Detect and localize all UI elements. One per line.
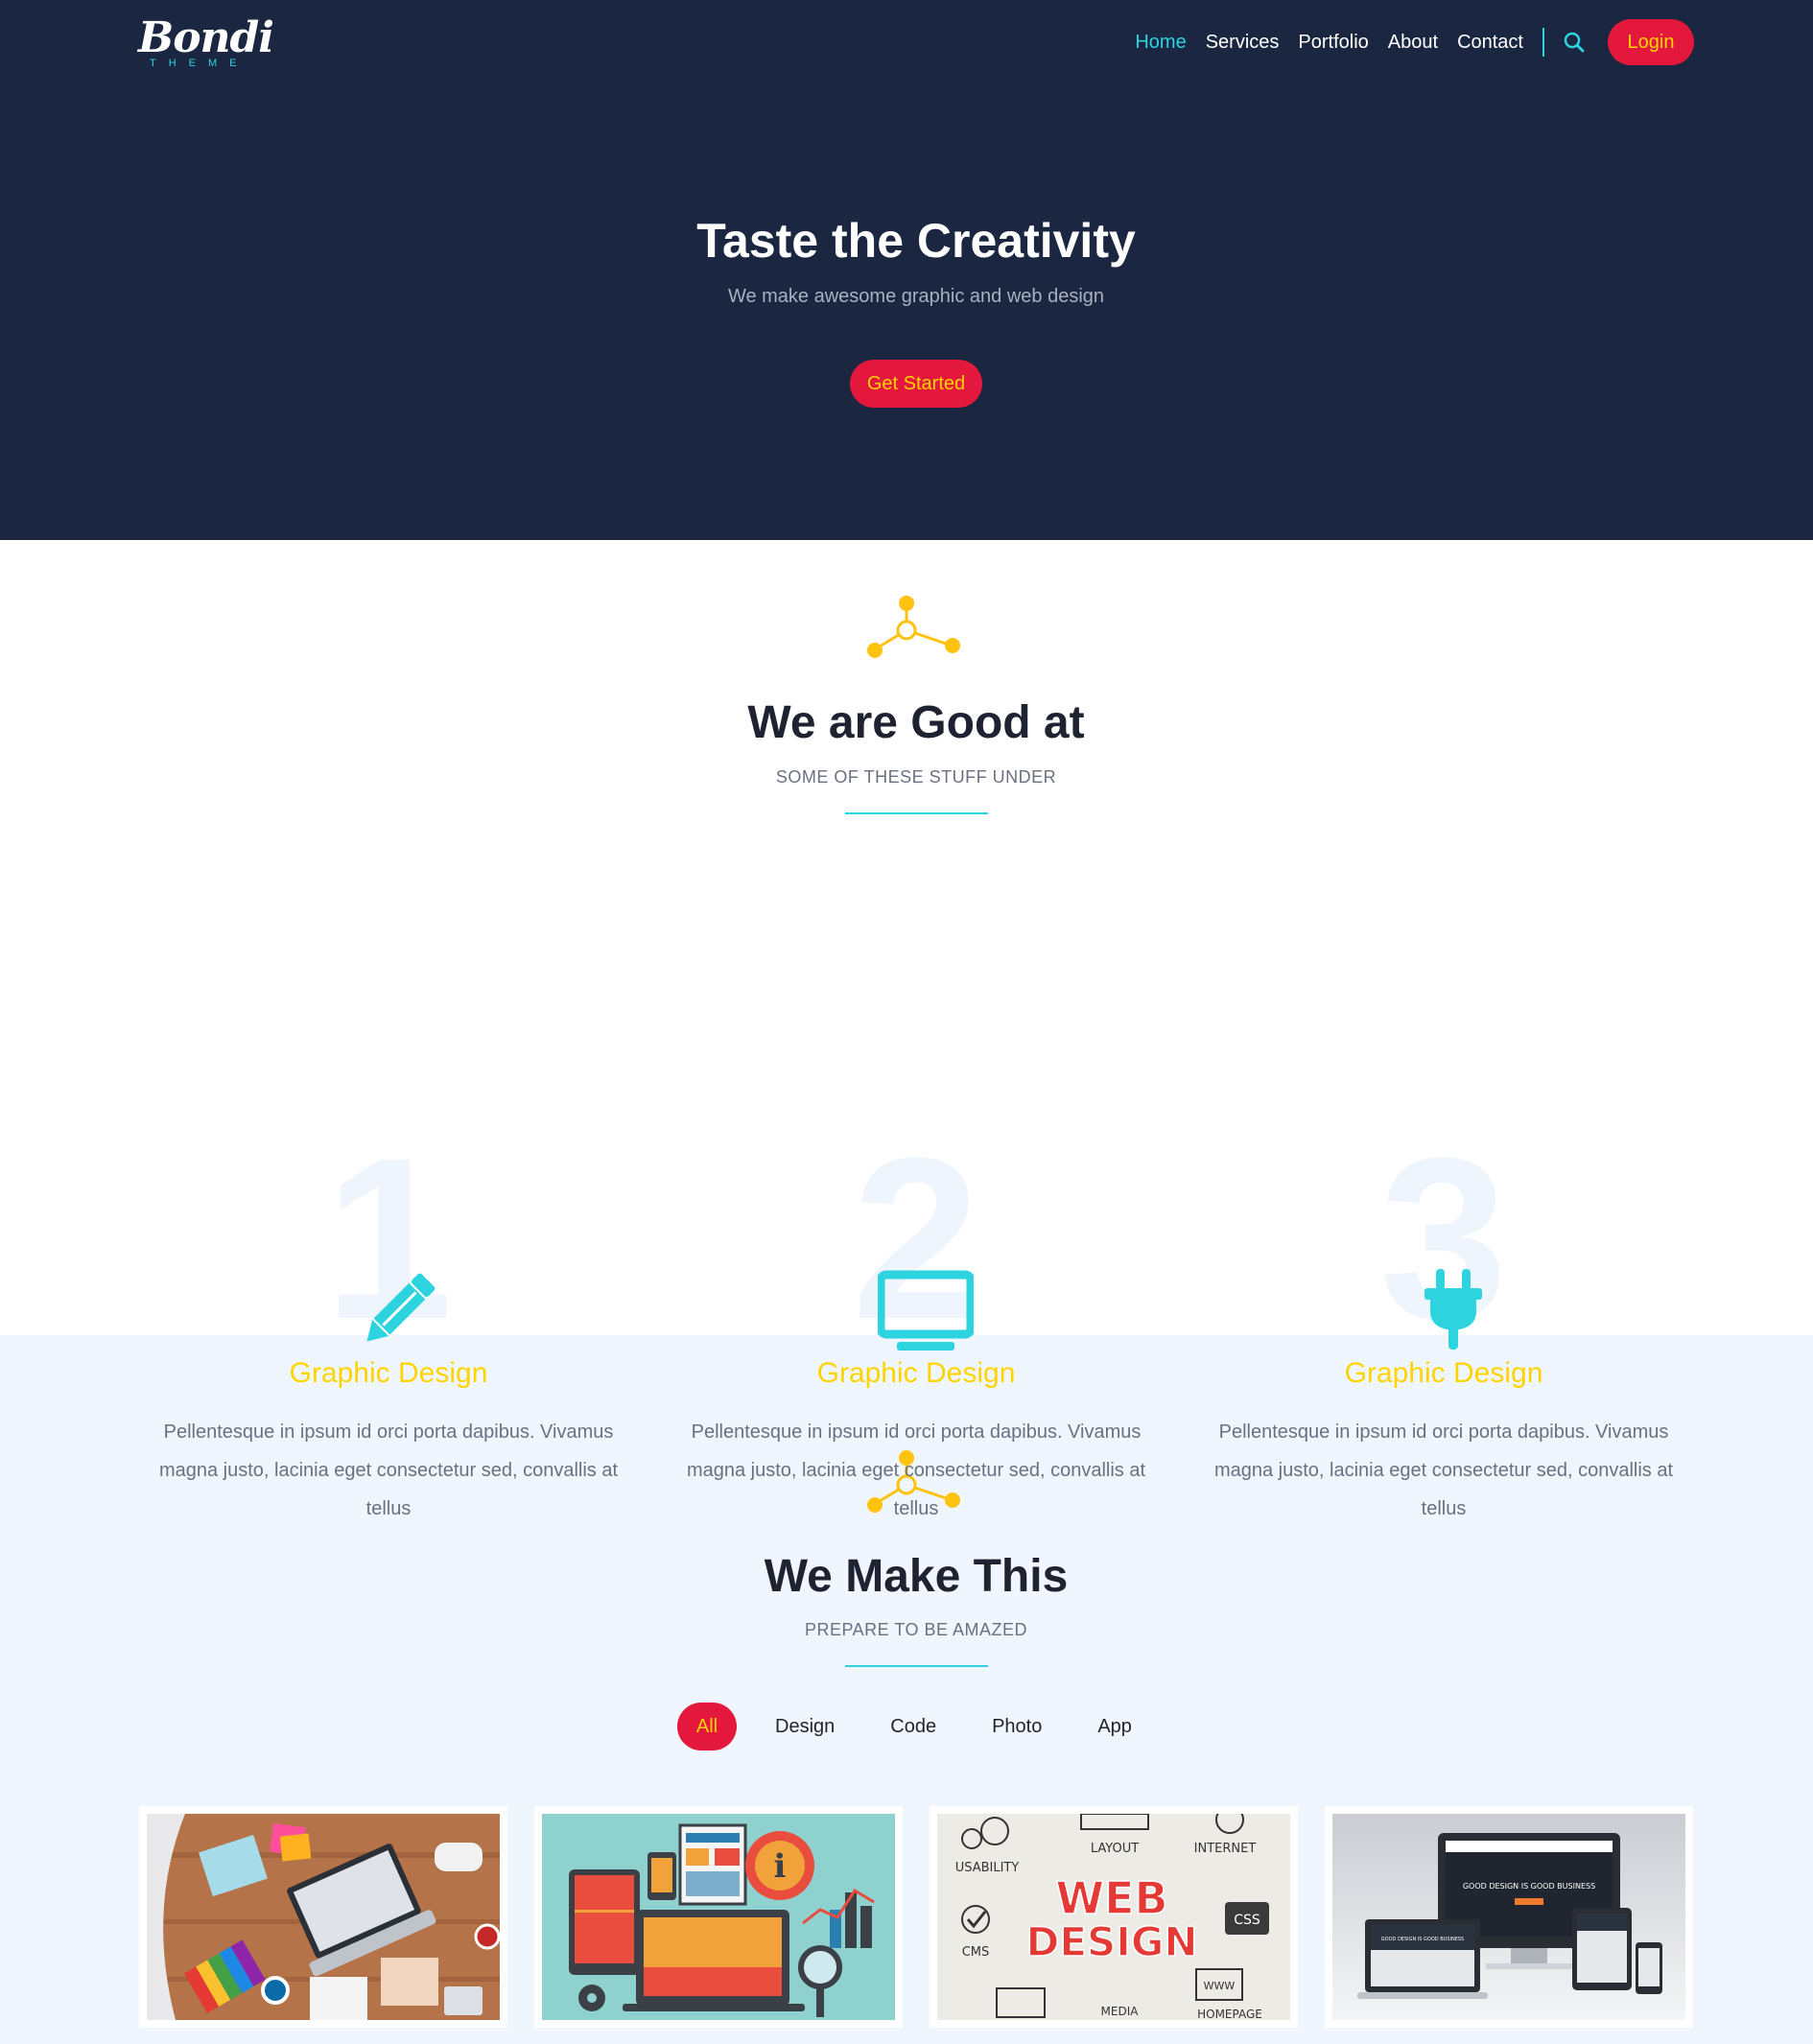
hero-title: Taste the Creativity [696, 214, 1136, 268]
nav-item-home[interactable]: Home [1135, 32, 1186, 54]
plug-icon [1424, 1269, 1482, 1350]
filter-photo[interactable]: Photo [992, 1716, 1042, 1738]
monitor-headline: GOOD DESIGN IS GOOD BUSINESS [1463, 1882, 1595, 1891]
cms-label: CMS [962, 1945, 990, 1960]
pencil-icon [366, 1273, 436, 1342]
get-started-button[interactable]: Get Started [850, 360, 982, 408]
service-title: Graphic Design [1344, 1357, 1543, 1389]
svg-text:i: i [774, 1847, 787, 1886]
responsive-devices-image: GOOD DESIGN IS GOOD BUSINESS GOOD DESIGN… [1332, 1814, 1685, 2020]
services-subtitle: SOME OF THESE STUFF UNDER [775, 767, 1057, 787]
portfolio-item[interactable] [139, 1806, 507, 2028]
section-divider [845, 1665, 988, 1667]
media-label: MEDIA [1101, 2005, 1140, 2018]
search-icon[interactable] [1562, 30, 1587, 55]
login-button[interactable]: Login [1608, 19, 1694, 65]
nav-item-services[interactable]: Services [1206, 32, 1280, 54]
portfolio-filters: All Design Code Photo App [677, 1703, 1132, 1750]
brand-tagline: THEME [150, 58, 249, 69]
brand-name: Bondi [138, 13, 274, 62]
nav-item-portfolio[interactable]: Portfolio [1298, 32, 1368, 54]
laptop-headline: GOOD DESIGN IS GOOD BUSINESS [1381, 1937, 1464, 1942]
www-label: WWW [1204, 1980, 1236, 1992]
usability-label: USABILITY [955, 1861, 1020, 1875]
design-word: DESIGN [1025, 1918, 1197, 1965]
service-description: Pellentesque in ipsum id orci porta dapi… [686, 1421, 1146, 1519]
hero-section: Bondi THEME Home Services Portfolio Abou… [0, 0, 1813, 540]
filter-code[interactable]: Code [890, 1716, 936, 1738]
service-title: Graphic Design [289, 1357, 488, 1389]
nav-item-about[interactable]: About [1388, 32, 1438, 54]
section-divider [845, 812, 988, 814]
homepage-label: HOMEPAGE [1197, 2008, 1262, 2020]
layout-label: LAYOUT [1091, 1842, 1139, 1856]
brand-logo[interactable]: Bondi THEME [138, 13, 274, 71]
hero-subtitle: We make awesome graphic and web design [727, 286, 1105, 307]
service-description: Pellentesque in ipsum id orci porta dapi… [1213, 1421, 1674, 1519]
flat-devices-illustration: i [542, 1814, 895, 2020]
css-label: CSS [1234, 1913, 1260, 1928]
portfolio-item[interactable]: i [534, 1806, 903, 2028]
nav-divider [1542, 28, 1544, 57]
main-nav: Home Services Portfolio About Contact Lo… [1116, 19, 1694, 65]
services-section: We are Good at SOME OF THESE STUFF UNDER… [0, 540, 1813, 1519]
monitor-icon [878, 1270, 974, 1351]
services-title: We are Good at [747, 697, 1085, 748]
service-description: Pellentesque in ipsum id orci porta dapi… [158, 1421, 619, 1519]
service-title: Graphic Design [816, 1357, 1016, 1389]
portfolio-item[interactable]: GOOD DESIGN IS GOOD BUSINESS GOOD DESIGN… [1325, 1806, 1693, 2028]
portfolio-subtitle: PREPARE TO BE AMAZED [804, 1620, 1028, 1639]
internet-label: INTERNET [1194, 1842, 1257, 1856]
nav-item-contact[interactable]: Contact [1457, 32, 1523, 54]
portfolio-title: We Make This [764, 1551, 1069, 1602]
web-design-collage-image: USABILITY LAYOUT INTERNET WEB DESIGN CSS… [937, 1814, 1290, 2020]
filter-app[interactable]: App [1097, 1716, 1132, 1738]
service-card: 3 Graphic Design Pellentesque in ipsum i… [1194, 1085, 1693, 1519]
filter-design[interactable]: Design [775, 1716, 835, 1738]
desk-workspace-image [147, 1814, 500, 2020]
portfolio-item[interactable]: USABILITY LAYOUT INTERNET WEB DESIGN CSS… [930, 1806, 1298, 2028]
service-card: 2 Graphic Design Pellentesque in ipsum i… [667, 1085, 1166, 1519]
web-word: WEB [1055, 1872, 1167, 1924]
service-card: 1 Graphic Design Pellentesque in ipsum i… [139, 1085, 638, 1519]
filter-all[interactable]: All [677, 1703, 737, 1750]
network-nodes-icon [867, 596, 960, 658]
